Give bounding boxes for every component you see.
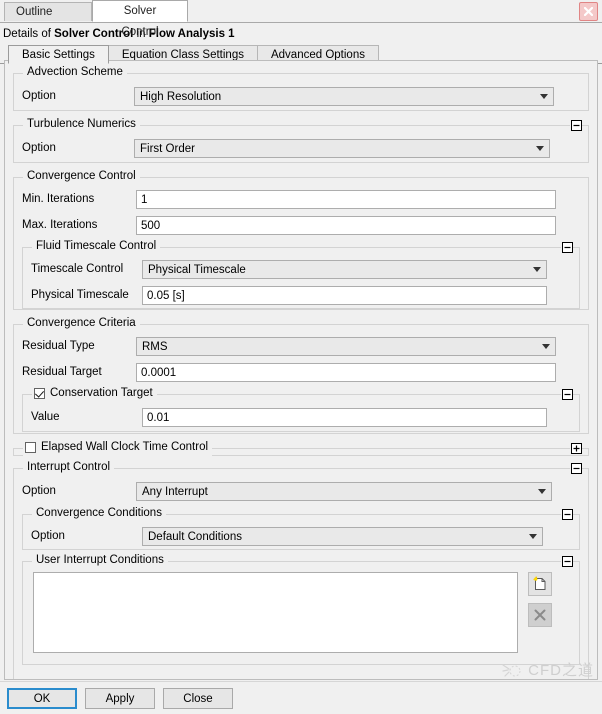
group-interrupt-control-title: Interrupt Control bbox=[23, 461, 115, 473]
timescale-control-dropdown[interactable]: Physical Timescale bbox=[142, 259, 547, 279]
physical-timescale-label: Physical Timescale bbox=[31, 289, 129, 301]
group-fluid-timescale-control-title: Fluid Timescale Control bbox=[32, 240, 161, 252]
group-user-interrupt-conditions: User Interrupt Conditions bbox=[22, 554, 580, 665]
group-elapsed-wall-clock-time-control: Elapsed Wall Clock Time Control bbox=[13, 441, 589, 456]
timescale-control-value: Physical Timescale bbox=[148, 263, 246, 276]
tab-basic-settings-label: Basic Settings bbox=[22, 49, 95, 61]
chevron-down-icon bbox=[533, 266, 541, 272]
advection-option-dropdown[interactable]: High Resolution bbox=[134, 86, 554, 106]
convergence-conditions-option-label: Option bbox=[31, 530, 65, 542]
details-prefix: Details of bbox=[3, 28, 55, 40]
interrupt-option-label: Option bbox=[22, 485, 56, 497]
convergence-conditions-option-dropdown[interactable]: Default Conditions bbox=[142, 526, 543, 546]
dialog-button-bar: OK Apply Close bbox=[0, 681, 602, 714]
conservation-target-checkbox[interactable]: Conservation Target bbox=[32, 387, 157, 402]
residual-target-input[interactable]: 0.0001 bbox=[136, 362, 556, 382]
settings-panel[interactable]: Advection Scheme Option High Resolution … bbox=[4, 60, 598, 680]
max-iterations-label: Max. Iterations bbox=[22, 219, 98, 231]
chevron-down-icon bbox=[542, 343, 550, 349]
residual-type-value: RMS bbox=[142, 340, 168, 353]
conservation-target-checkbox-box[interactable] bbox=[34, 387, 45, 399]
timescale-control-label: Timescale Control bbox=[31, 263, 124, 275]
conservation-value-label: Value bbox=[31, 411, 60, 423]
conservation-value: 0.01 bbox=[147, 411, 170, 424]
conservation-value-input[interactable]: 0.01 bbox=[142, 407, 547, 427]
window-tab-solver-control[interactable]: Solver Control bbox=[92, 0, 188, 38]
interrupt-option-value: Any Interrupt bbox=[142, 485, 208, 498]
apply-button[interactable]: Apply bbox=[85, 688, 155, 709]
close-icon[interactable] bbox=[579, 2, 598, 21]
group-advection-scheme: Advection Scheme Option High Resolution bbox=[13, 66, 589, 111]
turbulence-option-label: Option bbox=[22, 142, 56, 154]
residual-target-label: Residual Target bbox=[22, 366, 102, 378]
turbulence-option-value: First Order bbox=[140, 142, 195, 155]
close-button[interactable]: Close bbox=[163, 688, 233, 709]
expand-toggle-elapsed-wall-clock[interactable] bbox=[570, 442, 582, 454]
collapse-toggle-user-interrupt-conditions[interactable] bbox=[561, 555, 573, 567]
details-line: Details of Solver Control in Flow Analys… bbox=[0, 23, 602, 43]
conservation-target-label: Conservation Target bbox=[50, 387, 153, 399]
chevron-down-icon bbox=[538, 488, 546, 494]
collapse-toggle-conservation-target[interactable] bbox=[561, 388, 573, 400]
group-turbulence-numerics: Turbulence Numerics Option First Order bbox=[13, 118, 589, 163]
chevron-down-icon bbox=[540, 93, 548, 99]
group-convergence-criteria-title: Convergence Criteria bbox=[23, 317, 140, 329]
watermark-text: CFD之道 bbox=[528, 662, 594, 679]
window-tab-outline[interactable]: Outline bbox=[4, 2, 92, 21]
min-iterations-label: Min. Iterations bbox=[22, 193, 95, 205]
group-conservation-target: Conservation Target Value 0.01 bbox=[22, 387, 580, 432]
ok-button[interactable]: OK bbox=[7, 688, 77, 709]
group-user-interrupt-conditions-title: User Interrupt Conditions bbox=[32, 554, 168, 566]
elapsed-wall-clock-label: Elapsed Wall Clock Time Control bbox=[41, 441, 209, 453]
min-iterations-value: 1 bbox=[141, 193, 148, 206]
collapse-toggle-convergence-conditions[interactable] bbox=[561, 508, 573, 520]
advection-option-value: High Resolution bbox=[140, 90, 222, 103]
collapse-toggle-interrupt-control[interactable] bbox=[570, 462, 582, 474]
watermark-logo-icon bbox=[502, 663, 521, 677]
residual-type-label: Residual Type bbox=[22, 340, 95, 352]
residual-target-value: 0.0001 bbox=[141, 366, 177, 379]
group-convergence-conditions-title: Convergence Conditions bbox=[32, 507, 166, 519]
chevron-down-icon bbox=[536, 145, 544, 151]
group-advection-scheme-title: Advection Scheme bbox=[23, 66, 127, 78]
group-convergence-conditions: Convergence Conditions Option Default Co… bbox=[22, 507, 580, 550]
tab-basic-settings[interactable]: Basic Settings bbox=[8, 45, 109, 64]
group-convergence-criteria: Convergence Criteria Residual Type RMS R… bbox=[13, 317, 589, 434]
user-interrupt-conditions-list[interactable] bbox=[33, 572, 518, 653]
residual-type-dropdown[interactable]: RMS bbox=[136, 336, 556, 356]
delete-x-icon[interactable] bbox=[528, 603, 552, 627]
collapse-toggle-turbulence-numerics[interactable] bbox=[570, 119, 582, 131]
interrupt-option-dropdown[interactable]: Any Interrupt bbox=[136, 481, 552, 501]
physical-timescale-input[interactable]: 0.05 [s] bbox=[142, 285, 547, 305]
turbulence-option-dropdown[interactable]: First Order bbox=[134, 138, 550, 158]
max-iterations-input[interactable]: 500 bbox=[136, 215, 556, 235]
group-convergence-control: Convergence Control Min. Iterations 1 Ma… bbox=[13, 170, 589, 310]
group-interrupt-control: Interrupt Control Option Any Interrupt C… bbox=[13, 461, 589, 679]
max-iterations-value: 500 bbox=[141, 219, 161, 232]
ok-button-label: OK bbox=[33, 693, 51, 705]
group-turbulence-numerics-title: Turbulence Numerics bbox=[23, 118, 140, 130]
close-button-label: Close bbox=[183, 693, 213, 705]
convergence-conditions-option-value: Default Conditions bbox=[148, 530, 242, 543]
elapsed-wall-clock-checkbox[interactable]: Elapsed Wall Clock Time Control bbox=[23, 441, 213, 456]
chevron-down-icon bbox=[529, 533, 537, 539]
watermark: CFD之道 bbox=[502, 659, 594, 680]
min-iterations-input[interactable]: 1 bbox=[136, 189, 556, 209]
collapse-toggle-fluid-timescale[interactable] bbox=[561, 241, 573, 253]
window-tab-outline-label: Outline bbox=[16, 6, 53, 18]
window-tab-bar: Outline Solver Control bbox=[0, 0, 602, 38]
advection-option-label: Option bbox=[22, 90, 56, 102]
elapsed-wall-clock-checkbox-box[interactable] bbox=[25, 441, 36, 453]
apply-button-label: Apply bbox=[105, 693, 135, 705]
group-convergence-control-title: Convergence Control bbox=[23, 170, 140, 182]
details-context: Flow Analysis 1 bbox=[148, 28, 235, 40]
physical-timescale-value: 0.05 [s] bbox=[147, 289, 185, 302]
group-fluid-timescale-control: Fluid Timescale Control Timescale Contro… bbox=[22, 240, 580, 309]
window-tab-solver-control-label: Solver Control bbox=[121, 5, 159, 38]
new-document-icon[interactable] bbox=[528, 572, 552, 596]
